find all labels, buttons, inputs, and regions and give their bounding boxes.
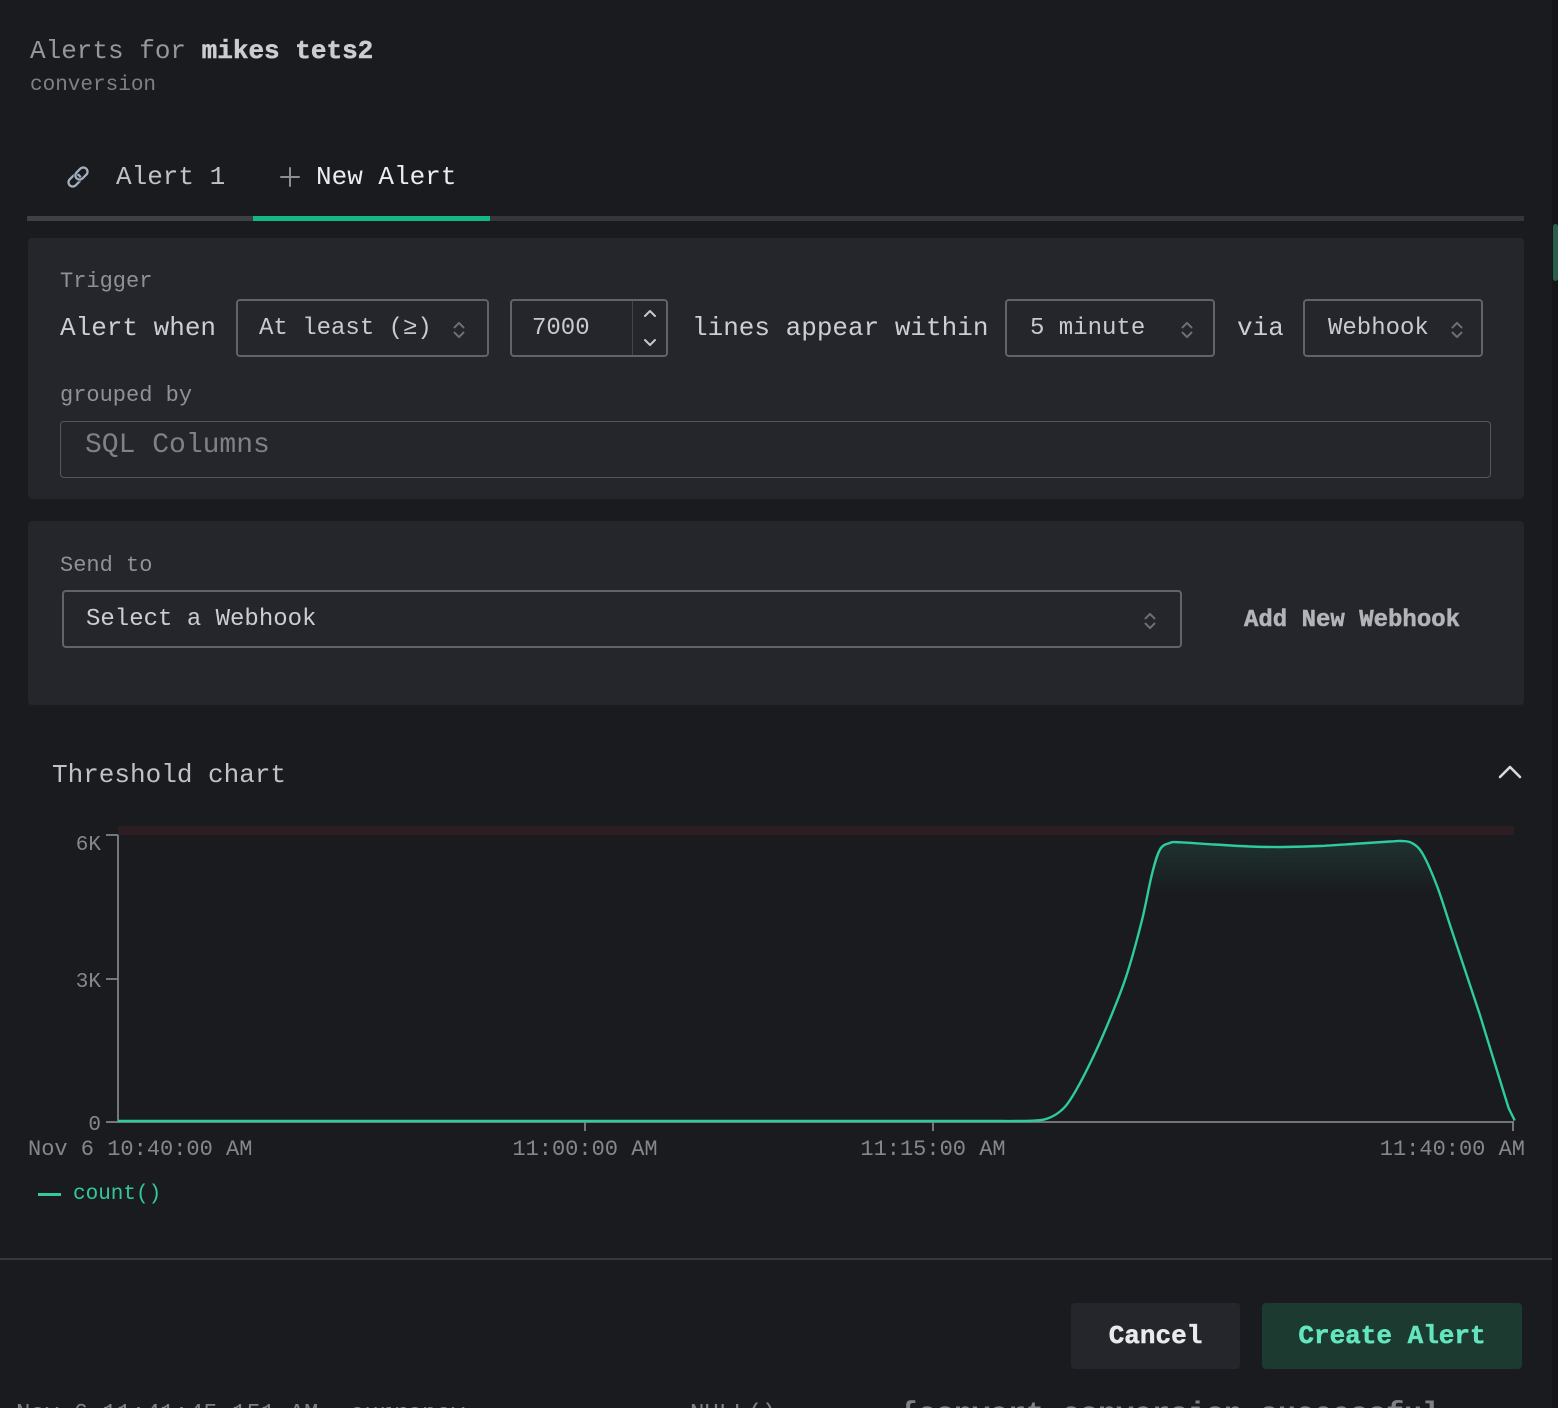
svg-text:Nov 6 10:40:00 AM: Nov 6 10:40:00 AM	[28, 1137, 252, 1162]
svg-text:3K: 3K	[76, 971, 102, 994]
svg-text:0: 0	[88, 1114, 101, 1137]
svg-text:11:15:00 AM: 11:15:00 AM	[860, 1137, 1005, 1162]
svg-text:11:40:00 AM: 11:40:00 AM	[1380, 1137, 1525, 1162]
svg-text:6K: 6K	[76, 834, 102, 857]
svg-text:11:00:00 AM: 11:00:00 AM	[512, 1137, 657, 1162]
